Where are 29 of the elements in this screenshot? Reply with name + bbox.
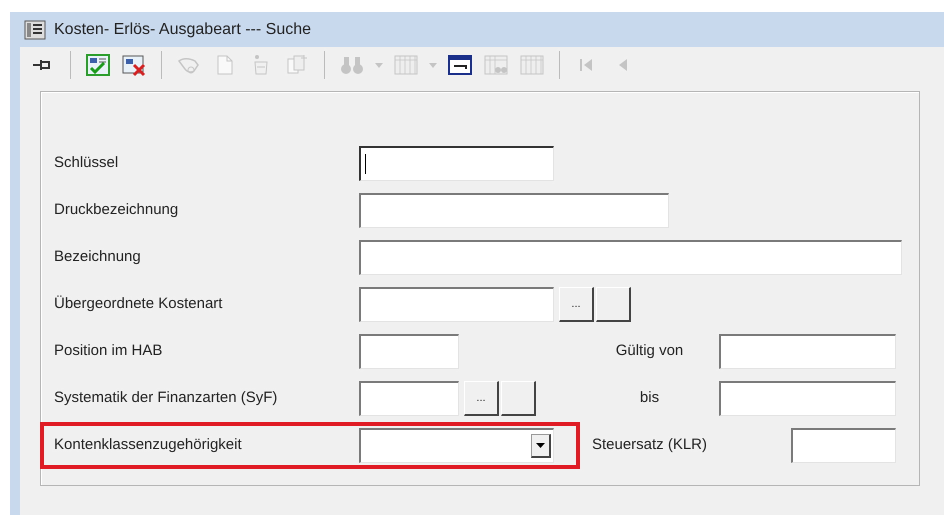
text-field[interactable] [359, 287, 554, 322]
field-label: Bezeichnung [54, 247, 141, 268]
field-label: Systematik der Finanzarten (SyF) [54, 388, 278, 408]
text-field[interactable] [719, 334, 896, 369]
text-field[interactable] [359, 240, 902, 275]
field-label: Position im HAB [54, 341, 162, 362]
text-field[interactable] [719, 381, 896, 416]
text-field[interactable] [359, 381, 459, 416]
text-field[interactable] [359, 193, 669, 228]
window-title: Kosten- Erlös- Ausgabeart --- Suche [54, 20, 312, 40]
field-label: Kontenklassenzugehörigkeit [54, 435, 242, 456]
field-label: Druckbezeichnung [54, 200, 178, 220]
browse-button[interactable]: ... [559, 287, 594, 322]
window-icon[interactable] [447, 53, 473, 77]
cancel-icon[interactable] [121, 53, 147, 77]
browse-button[interactable]: ... [464, 381, 499, 416]
field-label: Schlüssel [54, 153, 118, 174]
field-label: Steuersatz (KLR) [592, 435, 708, 456]
clear-button[interactable] [501, 381, 536, 416]
text-field[interactable] [359, 334, 459, 369]
text-field[interactable] [791, 428, 896, 463]
field-label: Gültig von [616, 341, 684, 362]
window-list-icon [24, 20, 46, 40]
field-label: Übergeordnete Kostenart [54, 294, 222, 314]
text-field[interactable] [359, 146, 554, 181]
clear-button[interactable] [596, 287, 631, 322]
field-label: bis [640, 388, 660, 408]
dropdown-field[interactable] [359, 428, 554, 463]
accept-icon[interactable] [85, 53, 111, 77]
